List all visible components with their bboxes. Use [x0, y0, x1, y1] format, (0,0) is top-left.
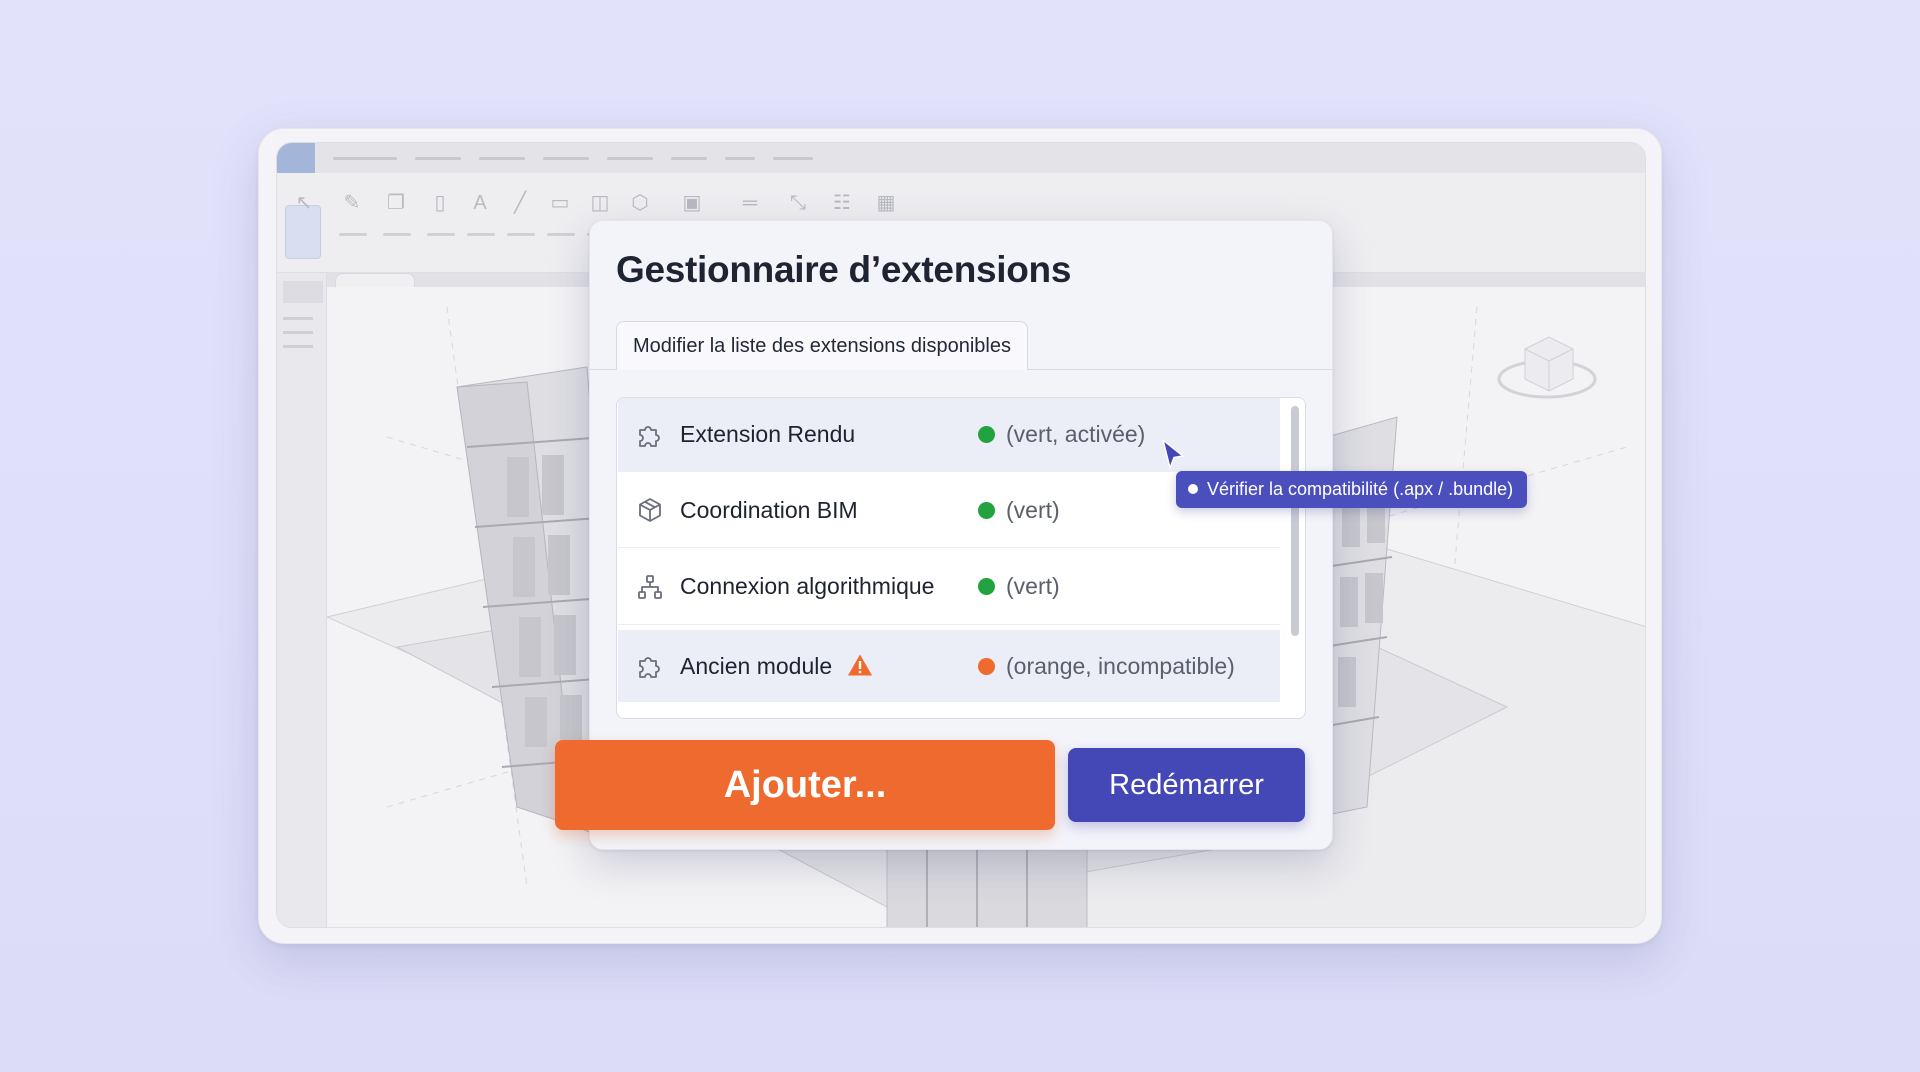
mouse-pointer-icon: [1162, 439, 1184, 469]
edit-icon[interactable]: ✎: [339, 191, 365, 215]
measure-icon[interactable]: ⤡: [785, 191, 811, 215]
table-icon[interactable]: ☷: [829, 191, 855, 215]
extension-status: (vert): [1006, 573, 1060, 599]
ribbon-tab[interactable]: [725, 156, 755, 160]
ribbon-tab[interactable]: [479, 156, 525, 160]
tooltip-text: Vérifier la compatibilité (.apx / .bundl…: [1207, 479, 1514, 499]
text-icon[interactable]: A: [467, 191, 493, 215]
ruler-icon[interactable]: ═: [737, 191, 763, 215]
list-scrollbar[interactable]: [1291, 406, 1299, 636]
status-dot-green: [978, 426, 995, 443]
status-dot-orange: [978, 657, 995, 675]
shapes-icon[interactable]: ⬡: [627, 191, 653, 215]
cube-icon: [636, 496, 664, 524]
status-dot-green: [978, 578, 995, 595]
copy-icon[interactable]: ❐: [383, 191, 409, 215]
app-ribbon-tabs: [277, 143, 1645, 173]
ribbon-tab[interactable]: [773, 156, 813, 160]
viewport-tab[interactable]: [335, 273, 415, 287]
paste-icon[interactable]: ▯: [427, 191, 453, 215]
extension-name: Ancien module: [680, 652, 833, 679]
extension-name-wrapper: Ancien module: [680, 653, 873, 680]
ribbon-tab[interactable]: [607, 156, 653, 160]
image-icon[interactable]: ▣: [679, 191, 705, 215]
extension-name: Connexion algorithmique: [680, 573, 935, 599]
list-item[interactable]: Ancien module (orange, incompatible): [618, 630, 1280, 702]
extension-name: Extension Rendu: [680, 421, 856, 447]
list-item[interactable]: Connexion algorithmique (vert): [618, 549, 1280, 625]
extension-status: (vert, activée): [1006, 421, 1146, 447]
node-tree-icon: [636, 573, 664, 601]
ribbon-tab-active[interactable]: [277, 143, 315, 173]
extension-list: Extension Rendu (vert, activée) Coordina…: [616, 397, 1306, 719]
tooltip-bullet: [1188, 484, 1198, 494]
layers-icon[interactable]: ◫: [587, 191, 613, 215]
status-dot-green: [978, 501, 995, 519]
puzzle-icon: [636, 421, 664, 449]
extension-status: (orange, incompatible): [1006, 652, 1235, 679]
pointer-icon[interactable]: ↖: [291, 191, 317, 215]
ribbon-tab[interactable]: [333, 156, 397, 160]
ribbon-tab[interactable]: [543, 156, 589, 160]
pen-icon[interactable]: ╱: [507, 191, 533, 215]
puzzle-icon: [636, 652, 664, 680]
ribbon-tab[interactable]: [671, 156, 707, 160]
sheet-icon[interactable]: ▭: [547, 191, 573, 215]
warning-icon: [847, 654, 872, 675]
project-browser-panel[interactable]: [277, 273, 327, 927]
restart-button[interactable]: Redémarrer: [1068, 748, 1305, 822]
add-extension-button[interactable]: Ajouter...: [555, 740, 1055, 830]
tab-modify-extensions[interactable]: Modifier la liste des extensions disponi…: [616, 321, 1028, 370]
extension-name: Coordination BIM: [680, 496, 858, 523]
grid-icon[interactable]: ▦: [873, 191, 899, 215]
compatibility-tooltip: Vérifier la compatibilité (.apx / .bundl…: [1176, 471, 1528, 508]
dialog-title: Gestionnaire d’extensions: [616, 249, 1072, 290]
extension-status: (vert): [1006, 496, 1060, 523]
ribbon-tab[interactable]: [415, 156, 461, 160]
